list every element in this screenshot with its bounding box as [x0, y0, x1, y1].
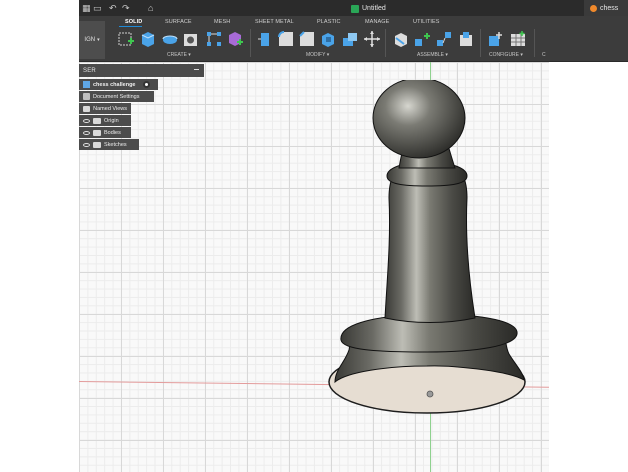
folder-icon — [93, 141, 101, 148]
group-divider — [534, 29, 535, 57]
as-built-joint-icon[interactable] — [435, 30, 453, 48]
browser-panel-header[interactable]: SER — [79, 64, 204, 77]
tree-item-label: Sketches — [104, 141, 127, 148]
folder-icon — [93, 117, 101, 124]
grid-icon[interactable]: ▦ — [82, 3, 91, 13]
tree-root-label: chess challenge — [93, 81, 136, 88]
tab-solid[interactable]: SOLID — [125, 19, 142, 25]
tree-item-named-views[interactable]: Named Views — [79, 103, 131, 114]
active-tab-indicator — [119, 26, 142, 27]
tab-sheet-metal[interactable]: SHEET METAL — [255, 19, 294, 25]
group-construct-label[interactable]: C — [542, 52, 546, 58]
group-divider — [385, 29, 386, 57]
create-sketch-icon[interactable] — [117, 30, 135, 48]
tree-item-origin[interactable]: Origin — [79, 115, 131, 126]
group-assemble-label[interactable]: ASSEMBLE ▾ — [417, 52, 448, 58]
tab-surface[interactable]: SURFACE — [165, 19, 192, 25]
tab-manage[interactable]: MANAGE — [365, 19, 389, 25]
tab-mesh[interactable]: MESH — [214, 19, 230, 25]
new-component-assemble-icon[interactable] — [392, 30, 410, 48]
tree-item-label: Document Settings — [93, 93, 140, 100]
new-component-icon[interactable] — [226, 30, 244, 48]
title-bar: ▦ ▭ ↶ ↷ ⌂ Untitled chess — [79, 0, 628, 16]
document-title: Untitled — [362, 5, 386, 12]
group-divider — [250, 29, 251, 57]
gear-icon — [83, 93, 90, 100]
tab-plastic[interactable]: PLASTIC — [317, 19, 341, 25]
hole-icon[interactable] — [182, 30, 200, 48]
eye-icon[interactable] — [83, 130, 90, 135]
group-create-label[interactable]: CREATE ▾ — [167, 52, 191, 58]
tree-item-label: Named Views — [93, 105, 127, 112]
tree-root-row[interactable]: chess challenge — [79, 79, 158, 90]
document-icon — [351, 4, 359, 13]
collapse-icon[interactable] — [194, 69, 199, 70]
pattern-icon[interactable] — [205, 30, 223, 48]
toolbar-ribbon: IGN ▾ SOLID SURFACE MESH SHEET METAL PLA… — [79, 16, 628, 62]
browser-title: SER — [83, 67, 96, 74]
workspace-switcher[interactable]: IGN ▾ — [79, 21, 105, 59]
component-icon — [83, 81, 90, 88]
joint-origin-icon[interactable] — [457, 30, 475, 48]
fusion-window: ▦ ▭ ↶ ↷ ⌂ Untitled chess IGN ▾ SOLID SUR… — [0, 0, 628, 472]
design-icon — [590, 4, 597, 12]
chamfer-icon[interactable] — [298, 30, 316, 48]
tab-utilities[interactable]: UTILITIES — [413, 19, 440, 25]
activate-radio-icon[interactable] — [142, 81, 150, 88]
tree-item-bodies[interactable]: Bodies — [79, 127, 131, 138]
joint-icon[interactable] — [413, 30, 431, 48]
group-modify-label[interactable]: MODIFY ▾ — [306, 52, 329, 58]
workspace-label: IGN — [84, 37, 96, 43]
tree-item-sketches[interactable]: Sketches — [79, 139, 139, 150]
move-icon[interactable] — [363, 30, 381, 48]
undo-icon[interactable]: ↶ — [109, 3, 117, 13]
tree-item-document-settings[interactable]: Document Settings — [79, 91, 154, 102]
document-tab[interactable]: Untitled — [351, 2, 386, 15]
tree-item-label: Bodies — [104, 129, 121, 136]
configuration-table-icon[interactable] — [509, 30, 527, 48]
folder-icon — [93, 129, 101, 136]
folder-icon[interactable]: ▭ — [93, 3, 102, 13]
eye-icon[interactable] — [83, 142, 90, 147]
eye-icon[interactable] — [83, 118, 90, 123]
configure-icon[interactable] — [487, 30, 505, 48]
group-configure-label[interactable]: CONFIGURE ▾ — [489, 52, 523, 58]
revolve-icon[interactable] — [161, 30, 179, 48]
fillet-icon[interactable] — [277, 30, 295, 48]
folder-icon — [83, 105, 91, 112]
combine-icon[interactable] — [341, 30, 359, 48]
press-pull-icon[interactable] — [256, 30, 274, 48]
other-tab-title: chess — [600, 4, 619, 12]
chevron-down-icon: ▾ — [97, 37, 100, 43]
redo-icon[interactable]: ↷ — [122, 3, 130, 13]
shell-icon[interactable] — [319, 30, 337, 48]
tab-other-document[interactable]: chess — [584, 0, 628, 16]
extrude-icon[interactable] — [138, 30, 156, 48]
tree-item-label: Origin — [104, 117, 119, 124]
home-icon[interactable]: ⌂ — [148, 3, 153, 13]
group-divider — [480, 29, 481, 57]
pawn-model[interactable] — [327, 80, 533, 415]
